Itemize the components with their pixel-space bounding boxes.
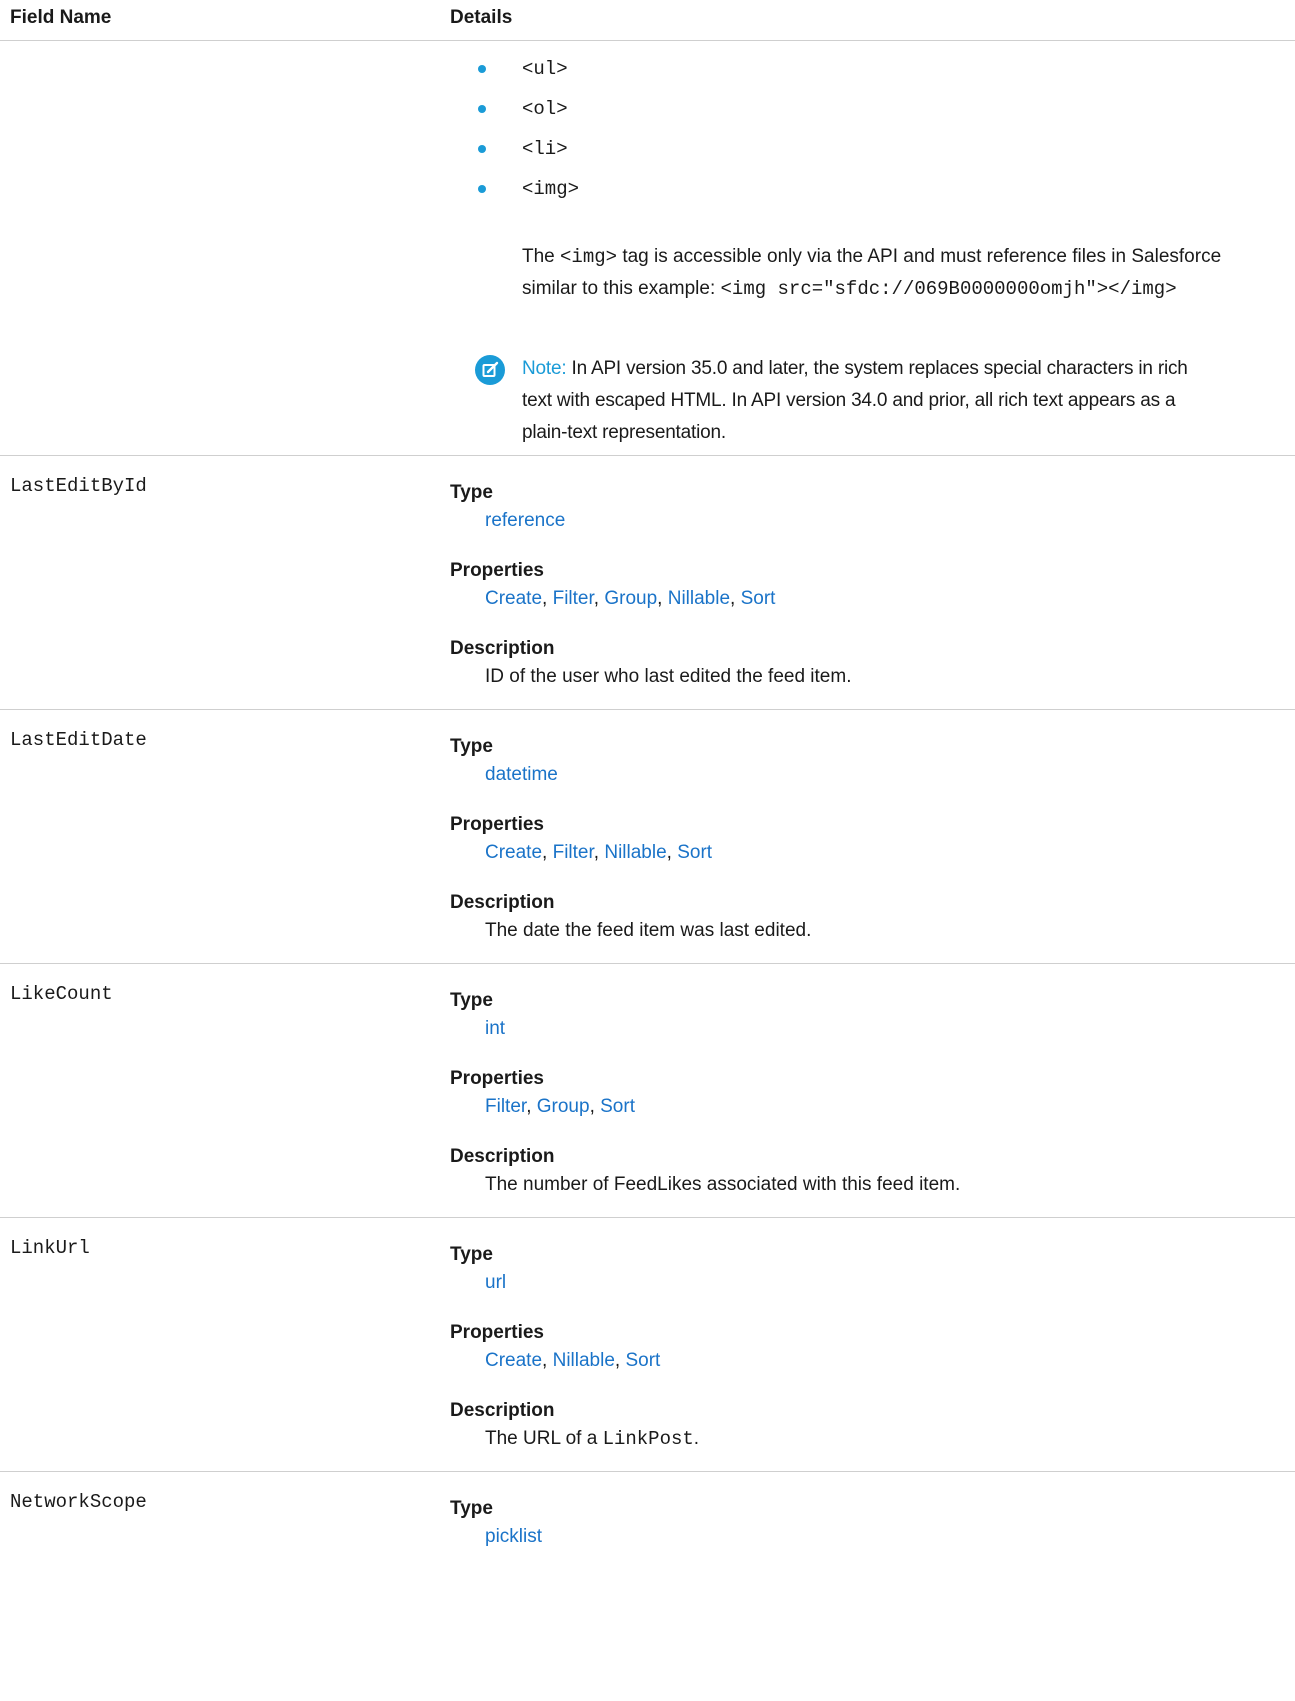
- description-label: Description: [450, 638, 555, 659]
- description-text: The URL of a LinkPost.: [485, 1428, 700, 1450]
- table-row: NetworkScope Type picklist: [0, 1472, 1295, 1701]
- type-label: Type: [450, 482, 493, 503]
- field-name: NetworkScope: [10, 1491, 147, 1513]
- property-link[interactable]: Nillable: [553, 1350, 615, 1371]
- description-label: Description: [450, 892, 555, 913]
- property-link[interactable]: Filter: [553, 842, 594, 863]
- type-label: Type: [450, 736, 493, 757]
- list-item: <img>: [475, 175, 579, 215]
- property-link[interactable]: Group: [537, 1096, 590, 1117]
- field-name: LikeCount: [10, 983, 113, 1005]
- properties-label: Properties: [450, 814, 544, 835]
- allowed-tags-list: <ul> <ol> <li> <img>: [475, 55, 579, 215]
- properties-list: Create, Filter, Group, Nillable, Sort: [485, 588, 776, 609]
- type-link[interactable]: reference: [485, 510, 565, 531]
- property-link[interactable]: Sort: [741, 588, 776, 609]
- table-row: LikeCount Type int Properties Filter, Gr…: [0, 964, 1295, 1218]
- property-link[interactable]: Sort: [677, 842, 712, 863]
- property-link[interactable]: Sort: [600, 1096, 635, 1117]
- note-callout: Note: In API version 35.0 and later, the…: [475, 353, 1195, 449]
- property-link[interactable]: Create: [485, 1350, 542, 1371]
- column-header-field-name: Field Name: [10, 7, 112, 28]
- properties-list: Create, Filter, Nillable, Sort: [485, 842, 713, 863]
- field-details: Type reference Properties Create, Filter…: [450, 479, 1270, 691]
- img-tag-paragraph: The <img> tag is accessible only via the…: [522, 246, 1222, 300]
- note-edit-icon: [475, 355, 505, 385]
- field-details: Type datetime Properties Create, Filter,…: [450, 733, 1270, 945]
- type-link[interactable]: picklist: [485, 1526, 542, 1547]
- properties-list: Create, Nillable, Sort: [485, 1350, 661, 1371]
- column-header-details: Details: [450, 7, 513, 28]
- description-label: Description: [450, 1400, 555, 1421]
- field-details: Type picklist: [450, 1495, 1270, 1551]
- list-item: <li>: [475, 135, 579, 175]
- bullet-icon: [478, 185, 486, 193]
- property-link[interactable]: Sort: [625, 1350, 660, 1371]
- note-text: In API version 35.0 and later, the syste…: [522, 358, 1188, 443]
- table-row: LastEditById Type reference Properties C…: [0, 456, 1295, 710]
- field-details: Type url Properties Create, Nillable, So…: [450, 1241, 1270, 1453]
- type-link[interactable]: int: [485, 1018, 505, 1039]
- bullet-icon: [478, 145, 486, 153]
- table-row-continuation: <ul> <ol> <li> <img> The <img> tag is ac…: [0, 41, 1295, 456]
- note-label: Note:: [522, 358, 567, 379]
- table-row: LinkUrl Type url Properties Create, Nill…: [0, 1218, 1295, 1472]
- properties-label: Properties: [450, 1322, 544, 1343]
- bullet-icon: [478, 65, 486, 73]
- description-text: The number of FeedLikes associated with …: [485, 1174, 961, 1195]
- table-row: LastEditDate Type datetime Properties Cr…: [0, 710, 1295, 964]
- table-header: Field Name Details: [0, 0, 1295, 41]
- field-name: LastEditById: [10, 475, 147, 497]
- property-link[interactable]: Create: [485, 842, 542, 863]
- type-label: Type: [450, 1498, 493, 1519]
- property-link[interactable]: Nillable: [604, 842, 666, 863]
- type-link[interactable]: datetime: [485, 764, 558, 785]
- list-item: <ul>: [475, 55, 579, 95]
- type-label: Type: [450, 1244, 493, 1265]
- property-link[interactable]: Filter: [485, 1096, 526, 1117]
- properties-label: Properties: [450, 1068, 544, 1089]
- type-label: Type: [450, 990, 493, 1011]
- property-link[interactable]: Group: [604, 588, 657, 609]
- description-text: ID of the user who last edited the feed …: [485, 666, 852, 687]
- field-details: Type int Properties Filter, Group, Sort …: [450, 987, 1270, 1199]
- description-text: The date the feed item was last edited.: [485, 920, 812, 941]
- property-link[interactable]: Create: [485, 588, 542, 609]
- properties-list: Filter, Group, Sort: [485, 1096, 635, 1117]
- properties-label: Properties: [450, 560, 544, 581]
- property-link[interactable]: Filter: [553, 588, 594, 609]
- description-label: Description: [450, 1146, 555, 1167]
- property-link[interactable]: Nillable: [668, 588, 730, 609]
- field-name: LastEditDate: [10, 729, 147, 751]
- field-name: LinkUrl: [10, 1237, 90, 1259]
- bullet-icon: [478, 105, 486, 113]
- list-item: <ol>: [475, 95, 579, 135]
- type-link[interactable]: url: [485, 1272, 506, 1293]
